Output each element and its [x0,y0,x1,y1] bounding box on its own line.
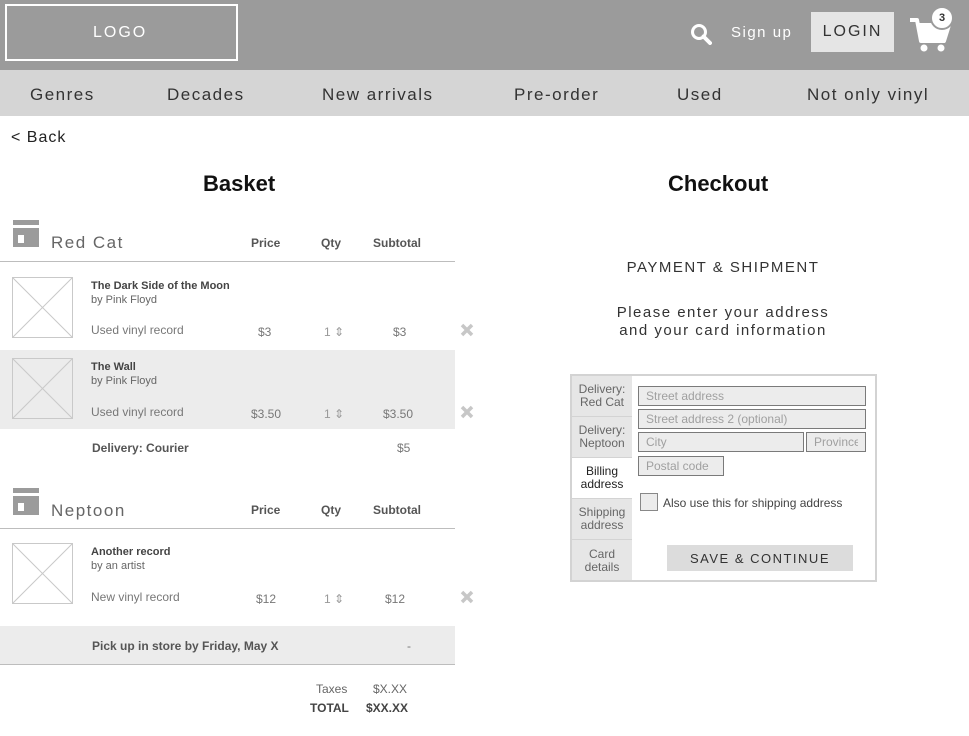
checkout-title: Checkout [668,171,769,196]
tab-shipping-address[interactable]: Shipping address [572,499,632,540]
item-type: New vinyl record [91,590,180,604]
item-subtotal: $3 [393,325,407,339]
item-subtotal: $3.50 [383,407,414,421]
column-header-price: Price [251,236,281,250]
city-input[interactable] [638,432,804,452]
checkout-instruction: Please enter your address [616,304,830,321]
quantity-stepper[interactable]: 1 ⇕ [324,592,344,606]
save-continue-button[interactable]: SAVE & CONTINUE [667,545,853,571]
item-type: Used vinyl record [91,405,184,419]
record-thumbnail[interactable] [12,358,73,419]
search-icon[interactable] [690,23,712,45]
top-bar: LOGO Sign up LOGIN 3 [0,0,969,70]
delivery-cost: - [407,639,411,653]
record-thumbnail[interactable] [12,277,73,338]
item-price: $3.50 [251,407,282,421]
nav-decades[interactable]: Decades [167,85,245,105]
divider [0,664,455,665]
checkout-form-panel: Delivery: Red Cat Delivery: Neptoon Bill… [570,374,877,582]
delivery-cost: $5 [397,441,411,455]
tab-delivery-neptoon[interactable]: Delivery: Neptoon [572,417,632,458]
item-title[interactable]: Another record [91,546,170,558]
back-link[interactable]: < Back [11,129,66,147]
remove-item-icon[interactable] [460,590,474,604]
column-header-qty: Qty [321,236,342,250]
item-artist: by an artist [91,560,145,572]
remove-item-icon[interactable] [460,323,474,337]
login-button[interactable]: LOGIN [811,12,894,52]
store-name: Neptoon [51,501,126,520]
sign-up-link[interactable]: Sign up [731,24,792,41]
item-subtotal: $12 [385,592,406,606]
item-price: $3 [258,325,272,339]
taxes-value: $X.XX [373,682,408,696]
quantity-stepper[interactable]: 1 ⇕ [324,407,344,421]
tab-billing-address[interactable]: Billing address [572,458,632,499]
quantity-stepper[interactable]: 1 ⇕ [324,325,344,339]
province-input[interactable] [806,432,866,452]
total-value: $XX.XX [366,701,409,715]
taxes-label: Taxes [316,682,348,696]
category-nav: Genres Decades New arrivals Pre-order Us… [0,70,969,116]
street-address-input[interactable] [638,386,866,406]
street-address-2-input[interactable] [638,409,866,429]
item-title[interactable]: The Dark Side of the Moon [91,280,230,292]
record-thumbnail[interactable] [12,543,73,604]
tab-delivery-red-cat[interactable]: Delivery: Red Cat [572,376,632,417]
checkout-subtitle: PAYMENT & SHIPMENT [626,259,820,276]
column-header-subtotal: Subtotal [373,503,421,517]
checkout-instruction: and your card information [619,322,827,339]
item-title[interactable]: The Wall [91,361,136,373]
column-header-qty: Qty [321,503,342,517]
column-header-subtotal: Subtotal [373,236,421,250]
column-header-price: Price [251,503,281,517]
basket-title: Basket [203,171,276,196]
nav-genres[interactable]: Genres [30,85,95,105]
delivery-method: Pick up in store by Friday, May X [92,639,279,653]
cart-count-badge: 3 [930,6,954,30]
delivery-method: Delivery: Courier [92,441,189,455]
postal-code-input[interactable] [638,456,724,476]
divider [0,261,455,262]
tab-card-details[interactable]: Card details [572,540,632,581]
divider [0,528,455,529]
logo[interactable]: LOGO [5,4,238,61]
remove-item-icon[interactable] [460,405,474,419]
total-label: TOTAL [310,701,349,715]
checkout-steps: Delivery: Red Cat Delivery: Neptoon Bill… [572,376,632,580]
nav-new-arrivals[interactable]: New arrivals [322,85,434,105]
same-shipping-checkbox[interactable] [640,493,658,511]
store-icon [13,220,39,247]
nav-not-only-vinyl[interactable]: Not only vinyl [807,85,929,105]
nav-used[interactable]: Used [677,85,723,105]
store-icon [13,488,39,515]
same-shipping-label: Also use this for shipping address [663,496,843,510]
store-name: Red Cat [51,233,124,252]
item-artist: by Pink Floyd [91,294,158,306]
nav-pre-order[interactable]: Pre-order [514,85,599,105]
item-artist: by Pink Floyd [91,375,158,387]
item-price: $12 [256,592,277,606]
item-type: Used vinyl record [91,323,184,337]
